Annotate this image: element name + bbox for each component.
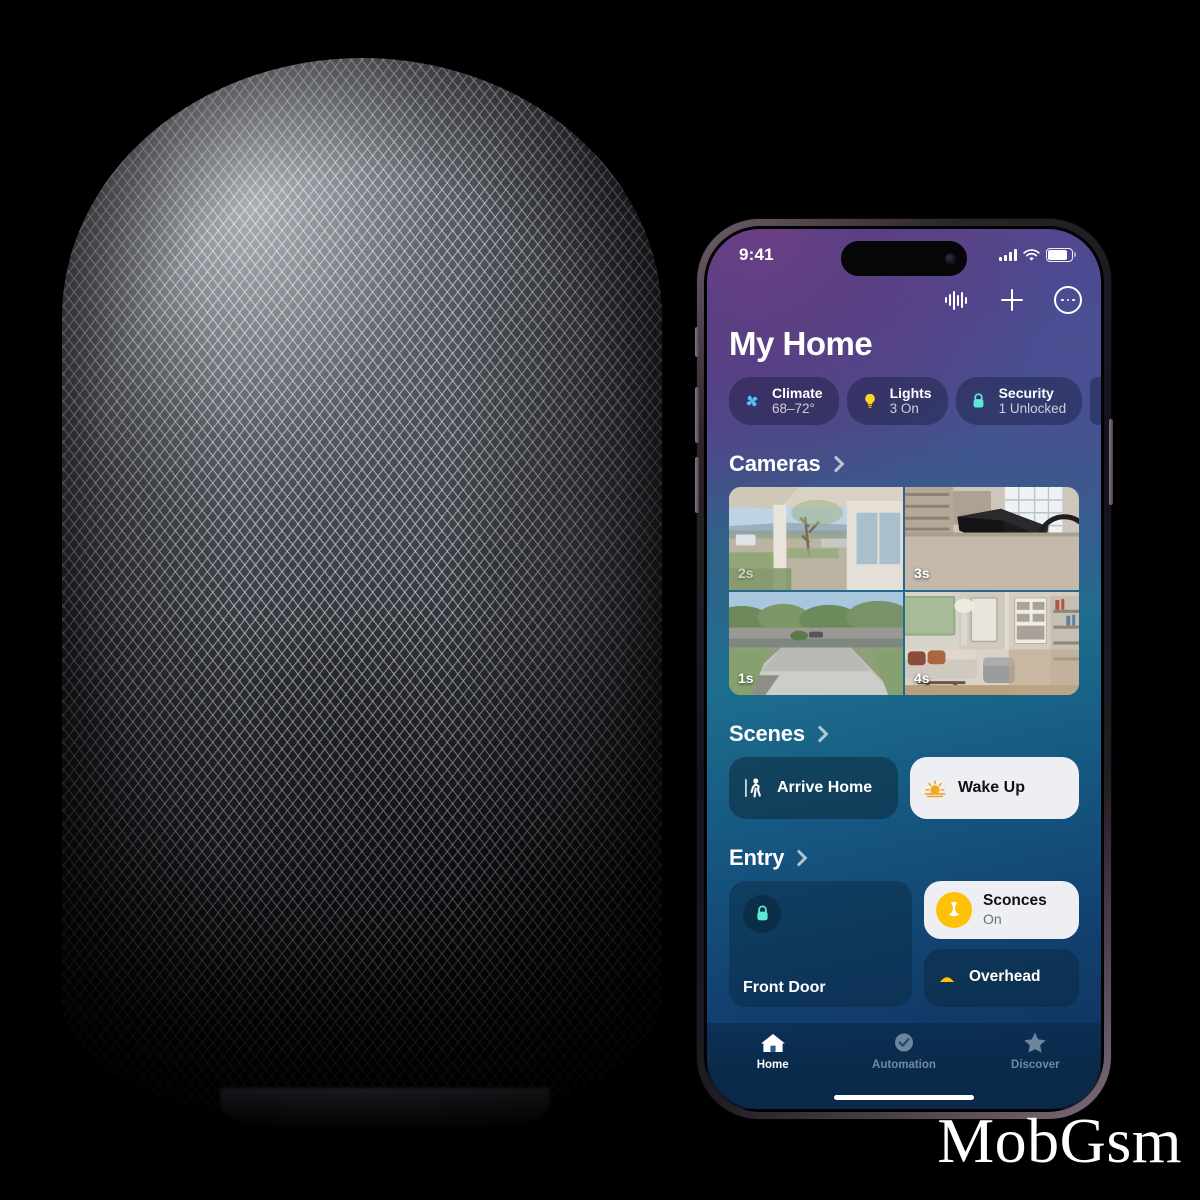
front-camera-lens-icon xyxy=(945,253,956,264)
camera-timestamp: 2s xyxy=(738,564,754,581)
section-title: Scenes xyxy=(729,720,805,746)
lock-icon xyxy=(743,894,781,933)
scene-wake-up[interactable]: Wake Up xyxy=(910,756,1079,819)
fan-icon xyxy=(741,390,763,412)
sunrise-icon xyxy=(924,777,946,799)
tab-home[interactable]: Home xyxy=(707,1031,838,1071)
power-button[interactable] xyxy=(1109,419,1113,505)
pill-title: Climate xyxy=(772,385,823,401)
chevron-right-icon xyxy=(811,725,829,743)
accessory-sconces[interactable]: Sconces On xyxy=(924,880,1079,939)
tab-label: Home xyxy=(756,1059,789,1071)
tab-label: Discover xyxy=(1011,1059,1060,1071)
status-pill-security[interactable]: Security 1 Unlocked xyxy=(955,377,1083,425)
entry-row: Front Door Sconces On Overhead xyxy=(707,880,1101,1007)
accessory-label: Overhead xyxy=(969,968,1041,986)
camera-grid: 2s 3s 1s 4s xyxy=(729,486,1079,695)
homepod-body xyxy=(62,58,662,1118)
accessory-label: Sconces xyxy=(983,891,1047,909)
dynamic-island xyxy=(841,241,967,276)
section-header-cameras[interactable]: Cameras xyxy=(707,451,1101,477)
pill-value: 3 On xyxy=(889,401,919,417)
camera-timestamp: 4s xyxy=(914,669,930,686)
scenes-row: Arrive Home Wake Up xyxy=(707,756,1101,819)
status-indicators xyxy=(999,247,1076,263)
scene-label: Arrive Home xyxy=(777,778,873,796)
pill-value: 1 Unlocked xyxy=(998,401,1067,417)
homepod-base xyxy=(220,1088,550,1128)
scene-arrive-home[interactable]: Arrive Home xyxy=(729,756,898,819)
plus-icon[interactable] xyxy=(997,285,1027,315)
ceiling-light-icon xyxy=(936,967,958,989)
scene-label: Wake Up xyxy=(958,778,1025,796)
screenshot-canvas: 9:41 My Home Climate 68–72° Lights 3 On … xyxy=(0,0,1200,1200)
iphone-bezel: 9:41 My Home Climate 68–72° Lights 3 On … xyxy=(704,226,1104,1112)
chevron-right-icon xyxy=(790,849,808,867)
camera-tile-driveway[interactable]: 1s xyxy=(729,591,903,695)
accessory-front-door[interactable]: Front Door xyxy=(729,880,912,1007)
mute-switch[interactable] xyxy=(695,327,699,357)
homepod-shading xyxy=(62,58,662,1118)
clock-check-icon xyxy=(894,1033,913,1052)
tab-discover[interactable]: Discover xyxy=(970,1031,1101,1071)
entry-accessory-stack: Sconces On Overhead xyxy=(924,880,1079,1007)
camera-tile-garage[interactable]: 3s xyxy=(905,486,1079,590)
homepod-speaker xyxy=(2,0,722,1178)
cellular-bars-icon xyxy=(999,249,1017,261)
camera-timestamp: 3s xyxy=(914,564,930,581)
tab-label: Automation xyxy=(872,1059,936,1071)
home-toolbar xyxy=(941,285,1083,315)
wifi-icon xyxy=(1023,248,1040,261)
battery-full-icon xyxy=(1046,247,1076,263)
star-icon xyxy=(1024,1032,1046,1053)
iphone-screen: 9:41 My Home Climate 68–72° Lights 3 On … xyxy=(707,229,1101,1109)
tab-automation[interactable]: Automation xyxy=(838,1031,969,1071)
home-indicator[interactable] xyxy=(834,1095,974,1100)
section-title: Cameras xyxy=(729,450,821,476)
lock-icon xyxy=(968,390,990,412)
camera-timestamp: 1s xyxy=(738,669,754,686)
status-pill-lights[interactable]: Lights 3 On xyxy=(846,377,948,425)
volume-down-button[interactable] xyxy=(695,457,699,513)
accessory-overhead[interactable]: Overhead xyxy=(924,948,1079,1007)
audio-waveform-icon[interactable] xyxy=(941,285,971,315)
home-content: My Home Climate 68–72° Lights 3 On Secur… xyxy=(707,229,1101,1109)
status-pill-climate[interactable]: Climate 68–72° xyxy=(729,377,839,425)
pill-value: 68–72° xyxy=(772,401,815,417)
more-ellipsis-icon[interactable] xyxy=(1053,285,1083,315)
sconce-lamp-icon xyxy=(936,891,972,928)
page-title: My Home xyxy=(729,325,873,362)
pill-title: Lights xyxy=(889,385,932,401)
walking-person-icon xyxy=(743,777,765,799)
camera-tile-front-porch[interactable]: 2s xyxy=(729,486,903,590)
camera-tile-living-room[interactable]: 4s xyxy=(905,591,1079,695)
section-title: Entry xyxy=(729,844,785,870)
pill-title: Security xyxy=(998,385,1054,401)
accessory-state: On xyxy=(983,910,1002,927)
chevron-right-icon xyxy=(827,455,845,473)
iphone-device: 9:41 My Home Climate 68–72° Lights 3 On … xyxy=(695,219,1113,1119)
section-header-scenes[interactable]: Scenes xyxy=(707,721,1101,747)
lightbulb-icon xyxy=(859,390,881,412)
volume-up-button[interactable] xyxy=(695,387,699,443)
accessory-label: Front Door xyxy=(743,978,826,996)
status-pill-overflow[interactable] xyxy=(1090,377,1101,425)
status-time: 9:41 xyxy=(739,245,774,264)
status-pill-row[interactable]: Climate 68–72° Lights 3 On Security 1 Un… xyxy=(707,377,1101,425)
watermark: MobGsm xyxy=(937,1105,1182,1176)
section-header-entry[interactable]: Entry xyxy=(707,845,1101,871)
house-icon xyxy=(760,1034,785,1052)
